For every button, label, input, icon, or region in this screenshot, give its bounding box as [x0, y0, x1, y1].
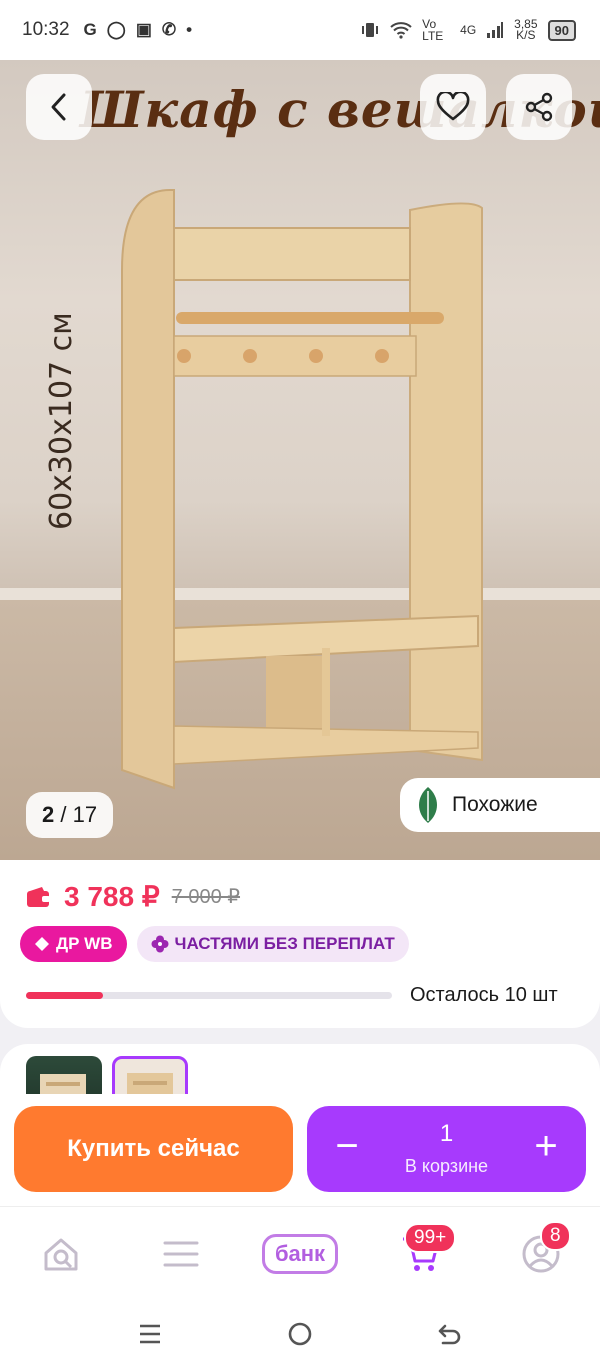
nav-bank[interactable]: банк — [256, 1229, 344, 1279]
photo-counter-total: / 17 — [60, 802, 98, 827]
old-price: 7 000 ₽ — [171, 886, 241, 908]
similar-label: Похожие — [452, 793, 538, 816]
back-arrow-icon — [438, 1324, 461, 1345]
similar-button[interactable]: Похожие — [400, 778, 600, 832]
photo-counter: 2 / 17 — [26, 792, 114, 838]
heart-icon — [436, 92, 470, 121]
status-time: 10:32 — [22, 19, 70, 40]
cart-stepper: − 1 В корзине + — [307, 1106, 586, 1192]
nav-catalog[interactable] — [156, 1229, 206, 1279]
badge-installments[interactable]: ЧАСТЯМИ БЕЗ ПЕРЕПЛАТ — [136, 926, 409, 962]
status-bar: 10:32 G ◯ ▣ ✆ • Vo LTE 4G 3,85 K/S 90 — [0, 0, 600, 60]
app-icon: ▣ — [135, 20, 152, 39]
nav-home[interactable] — [36, 1229, 86, 1279]
share-button[interactable] — [506, 74, 572, 140]
vibrate-icon — [362, 23, 379, 37]
profile-badge: 8 — [540, 1221, 571, 1251]
dot-icon: • — [186, 20, 193, 39]
buy-now-button[interactable]: Купить сейчас — [14, 1106, 293, 1192]
leaf-icon — [419, 787, 437, 823]
signal-label: 4G — [460, 23, 477, 37]
badge-wb-label: ДР WB — [56, 934, 113, 953]
home-button[interactable] — [280, 1314, 320, 1354]
increase-quantity-button[interactable]: + — [526, 1126, 566, 1166]
wallet-icon — [27, 886, 50, 907]
stock-progress-fill — [26, 992, 103, 999]
favorite-button[interactable] — [420, 74, 486, 140]
network-label: Vo LTE — [422, 17, 444, 43]
home-search-icon — [44, 1238, 78, 1271]
price-row: 3 788 ₽ 7 000 ₽ — [26, 880, 240, 913]
signal-icon — [487, 22, 504, 38]
bottom-nav: банк 99+ 8 — [0, 1206, 600, 1300]
notification-icons: G ◯ ▣ ✆ • — [84, 20, 193, 40]
speed-unit: K/S — [516, 28, 536, 42]
clover-icon — [151, 935, 168, 953]
badge-installments-label: ЧАСТЯМИ БЕЗ ПЕРЕПЛАТ — [174, 934, 395, 953]
battery-indicator: 90 — [547, 19, 576, 41]
recent-apps-button[interactable] — [130, 1314, 170, 1354]
badge-wb[interactable]: ДР WB — [20, 926, 127, 962]
system-back-button[interactable] — [430, 1314, 470, 1354]
cart-badge: 99+ — [404, 1223, 457, 1253]
system-nav — [0, 1300, 600, 1366]
stock-text: Осталось 10 шт — [410, 984, 558, 1006]
wifi-icon — [390, 22, 412, 39]
back-button[interactable] — [26, 74, 92, 140]
photo-dimensions: 60х30х107 см — [44, 312, 79, 530]
wardrobe-image — [121, 189, 483, 790]
net-speed: 3,85 K/S — [514, 18, 537, 42]
home-circle-icon — [288, 1322, 312, 1346]
price-card: 3 788 ₽ 7 000 ₽ ДР WB ЧАСТЯМИ БЕЗ ПЕРЕПЛ… — [0, 860, 600, 1028]
photo-counter-current: 2 — [42, 802, 55, 827]
nav-profile[interactable]: 8 — [516, 1221, 571, 1279]
status-right: Vo LTE 4G 3,85 K/S 90 — [360, 0, 576, 60]
bank-label: банк — [261, 1234, 339, 1274]
action-bar: Купить сейчас − 1 В корзине + — [0, 1094, 600, 1206]
share-icon — [525, 92, 553, 122]
google-icon: G — [83, 20, 97, 39]
nav-cart[interactable]: 99+ — [396, 1223, 457, 1279]
product-photo[interactable]: Шкаф с вешалкой 60х30х107 см 2 / 17 Похо… — [0, 60, 600, 860]
chevron-left-icon — [51, 93, 66, 121]
diamond-icon — [35, 937, 49, 951]
recents-icon — [140, 1324, 160, 1344]
loop-icon: ◯ — [106, 20, 126, 39]
badges: ДР WB ЧАСТЯМИ БЕЗ ПЕРЕПЛАТ — [20, 926, 409, 962]
stock-progress — [26, 992, 392, 999]
menu-icon — [163, 1241, 199, 1267]
whatsapp-icon: ✆ — [161, 20, 177, 39]
current-price: 3 788 ₽ — [64, 881, 160, 912]
